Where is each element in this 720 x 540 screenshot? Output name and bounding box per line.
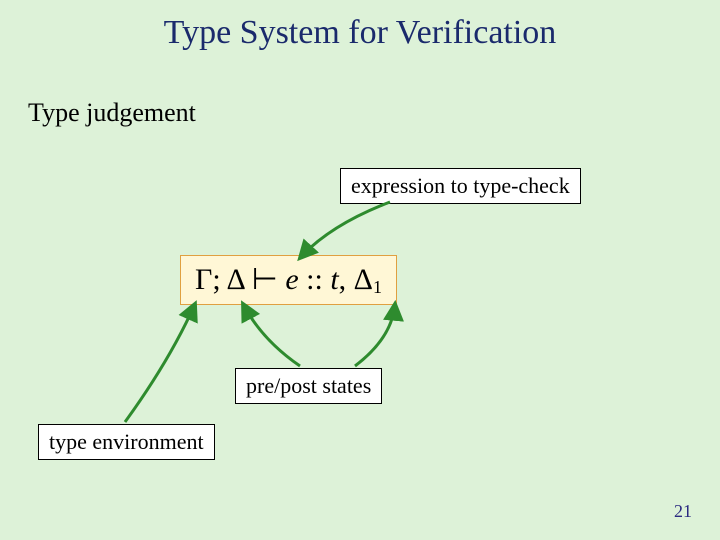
sym-comma: , xyxy=(339,263,354,296)
sym-gamma: Γ xyxy=(195,263,212,296)
sym-sep1: ; xyxy=(212,263,226,296)
sym-delta1: Δ xyxy=(354,263,373,296)
section-heading: Type judgement xyxy=(28,98,196,128)
sym-e: e xyxy=(285,263,298,296)
page-number: 21 xyxy=(674,501,692,522)
label-prepost: pre/post states xyxy=(235,368,382,404)
arrow-typeenv-to-gamma xyxy=(125,304,195,422)
arrow-prepost-to-delta xyxy=(243,304,300,366)
sym-delta: Δ xyxy=(227,263,245,296)
sym-vdash: ⊢ xyxy=(244,263,285,296)
slide-title: Type System for Verification xyxy=(0,14,720,52)
type-judgement-formula: Γ; Δ ⊢ e :: t, Δ1 xyxy=(180,255,397,305)
label-typeenv: type environment xyxy=(38,424,215,460)
sym-coloncolon: :: xyxy=(299,263,331,296)
sym-t: t xyxy=(330,263,338,296)
arrow-expr-to-e xyxy=(300,202,390,258)
label-expression: expression to type-check xyxy=(340,168,581,204)
arrow-prepost-to-delta1 xyxy=(355,304,395,366)
sym-sub1: 1 xyxy=(373,277,382,297)
